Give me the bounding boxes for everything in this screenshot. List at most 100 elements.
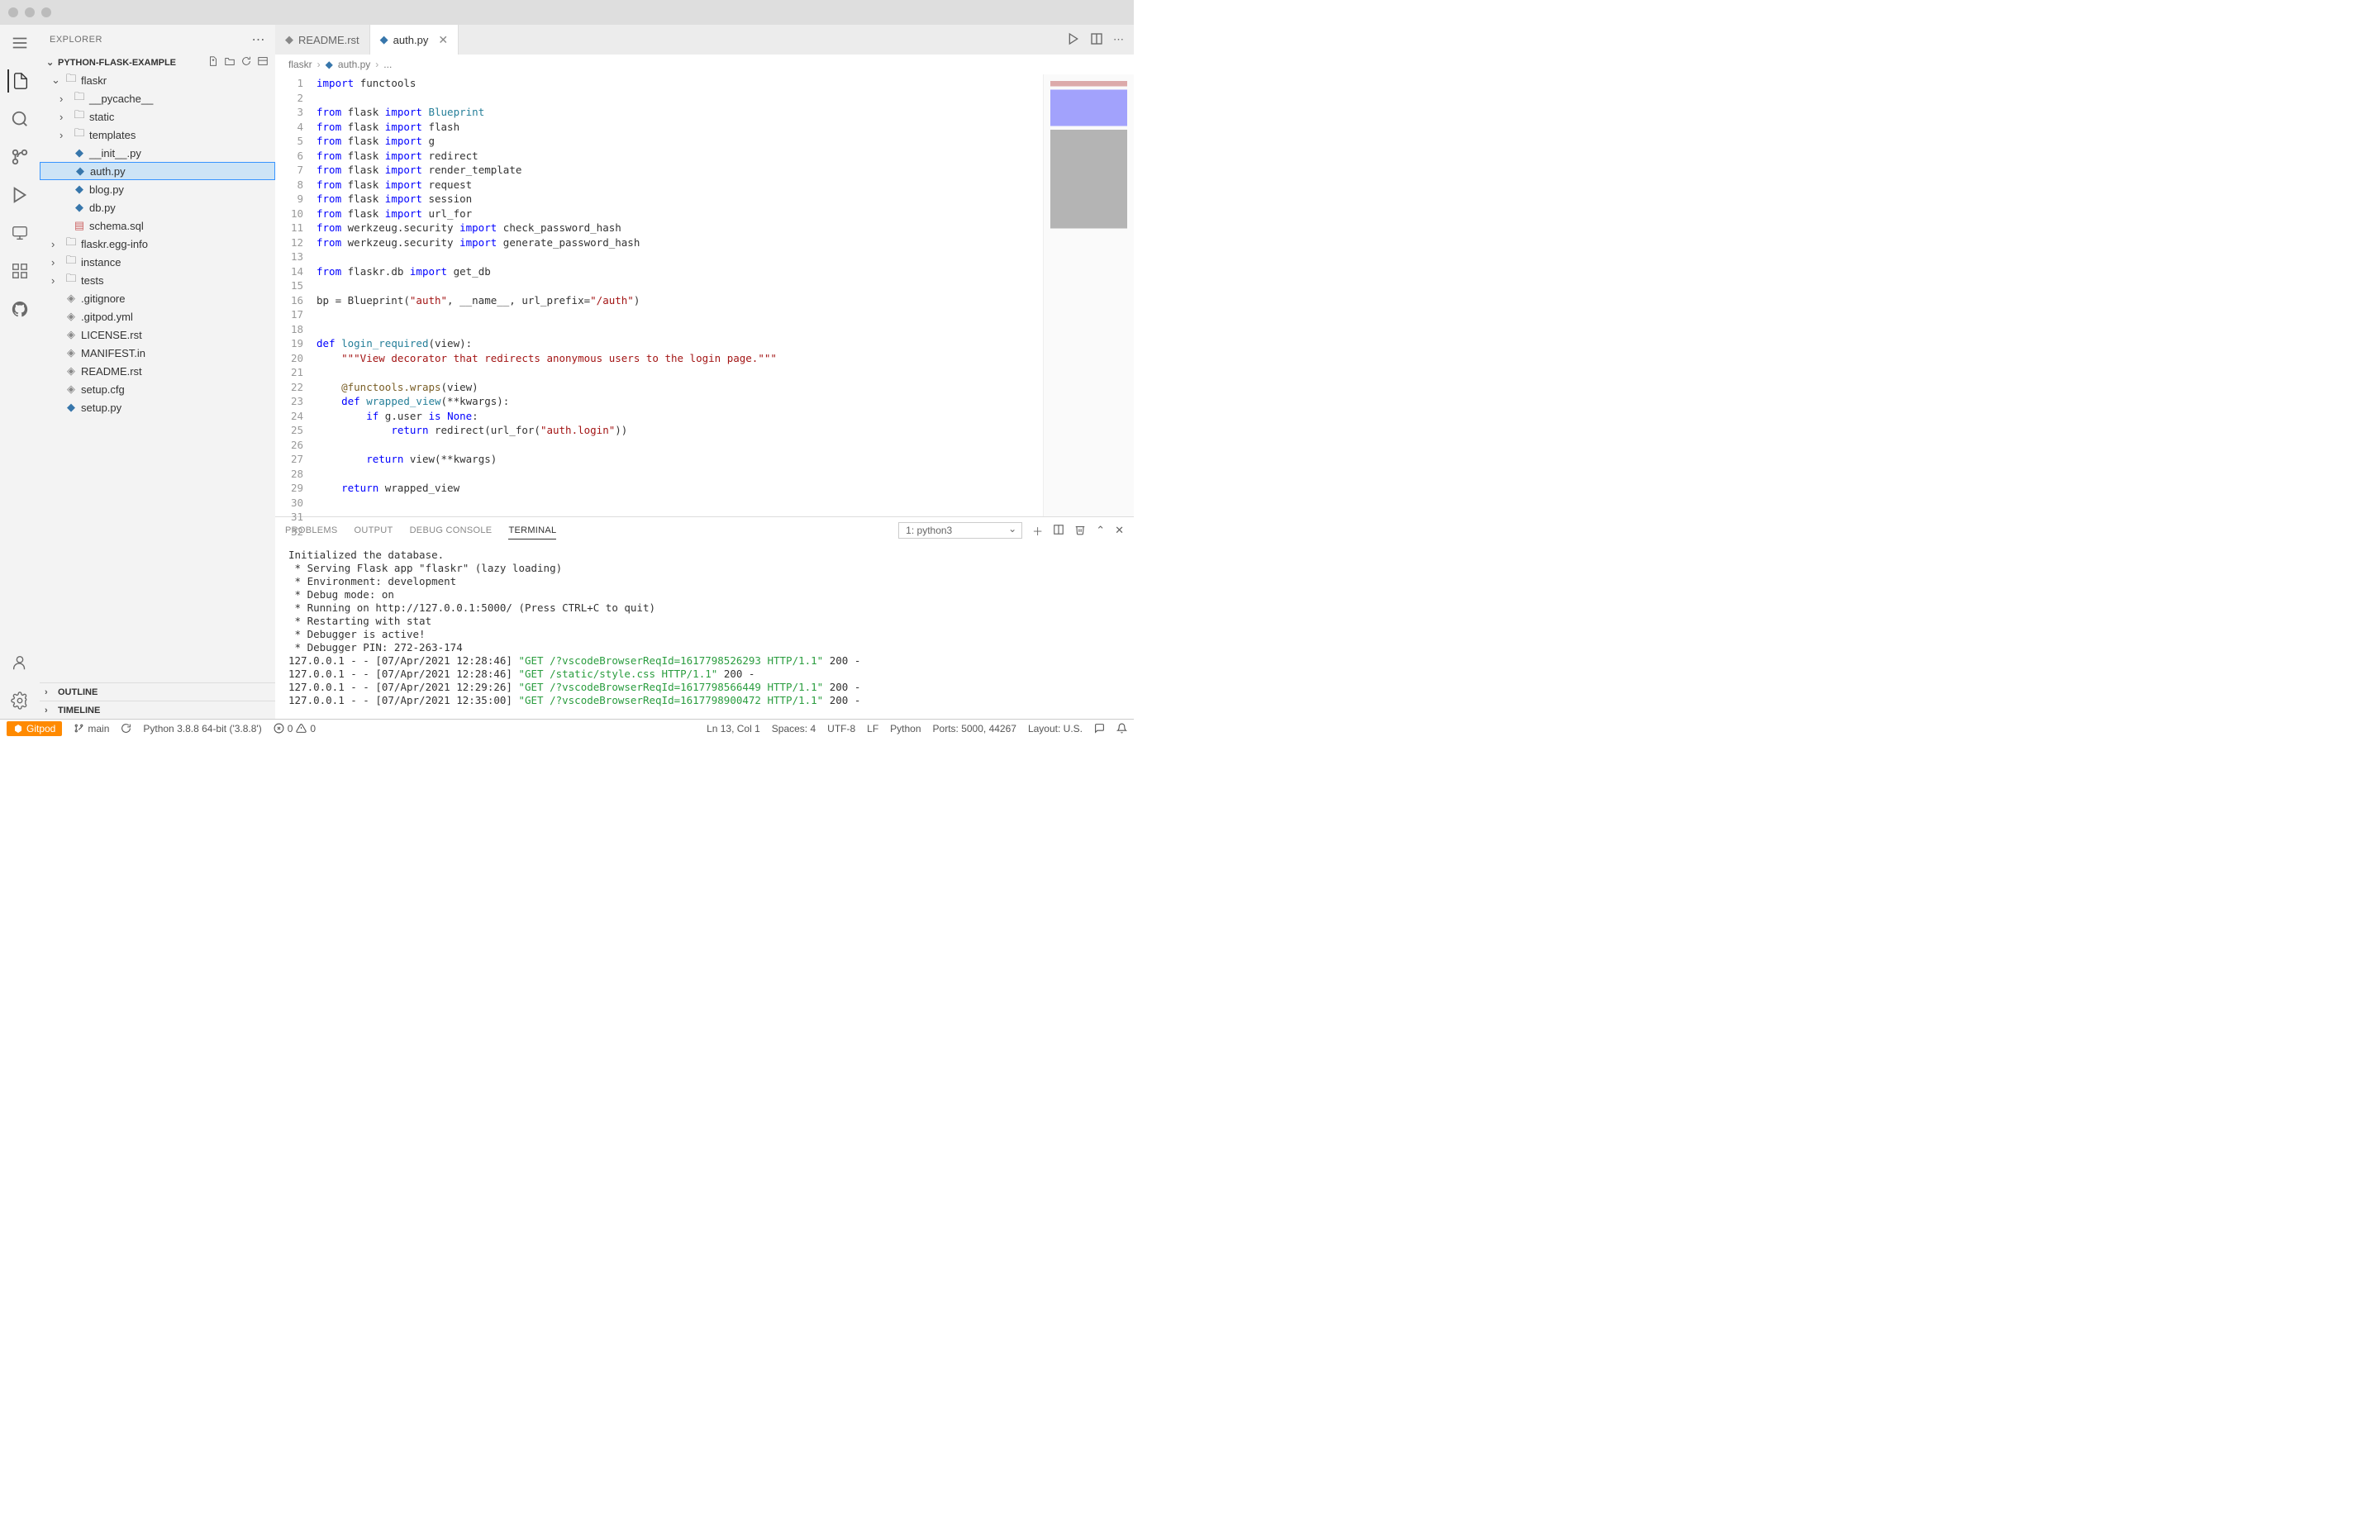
menu-icon[interactable] (8, 31, 31, 55)
cursor-position[interactable]: Ln 13, Col 1 (707, 723, 760, 734)
timeline-section[interactable]: › TIMELINE (40, 701, 275, 719)
source-control-icon[interactable] (8, 145, 31, 169)
sidebar-more-icon[interactable]: ⋯ (252, 31, 266, 48)
python-file-icon: ◆ (73, 183, 86, 196)
editor-tab[interactable]: ◆auth.py✕ (370, 25, 459, 55)
file-item[interactable]: ◈README.rst (40, 362, 275, 380)
file-icon: ◈ (64, 364, 78, 378)
bell-icon[interactable] (1116, 723, 1127, 734)
terminal-output[interactable]: Initialized the database. * Serving Flas… (275, 544, 1134, 719)
file-item[interactable]: ◈.gitpod.yml (40, 307, 275, 326)
chevron-right-icon[interactable]: › (60, 111, 69, 123)
folder-icon: 🗀 (73, 126, 86, 144)
debug-icon[interactable] (8, 183, 31, 207)
chevron-down-icon[interactable]: ⌄ (51, 74, 61, 87)
branch-item[interactable]: main (74, 723, 109, 734)
file-item[interactable]: ◆auth.py (40, 162, 275, 180)
editor-more-icon[interactable]: ⋯ (1113, 33, 1124, 46)
tab-label: auth.py (393, 34, 429, 46)
code-content[interactable]: import functools from flask import Bluep… (317, 74, 1043, 516)
run-icon[interactable] (1067, 32, 1080, 48)
folder-item[interactable]: ›🗀static (40, 107, 275, 126)
file-label: auth.py (90, 165, 126, 178)
bottom-panel: PROBLEMSOUTPUTDEBUG CONSOLETERMINAL 1: p… (275, 516, 1134, 719)
sync-item[interactable] (121, 723, 131, 734)
file-item[interactable]: ◆blog.py (40, 180, 275, 198)
minimap[interactable] (1043, 74, 1134, 516)
editor-tab[interactable]: ◆ README.rst (275, 25, 370, 55)
file-label: blog.py (89, 183, 124, 196)
account-icon[interactable] (8, 651, 31, 674)
file-item[interactable]: ◈setup.cfg (40, 380, 275, 398)
refresh-icon[interactable] (240, 55, 252, 69)
file-item[interactable]: ▤schema.sql (40, 216, 275, 235)
file-tree[interactable]: ⌄🗀flaskr›🗀__pycache__›🗀static›🗀templates… (40, 71, 275, 682)
encoding-item[interactable]: UTF-8 (827, 723, 855, 734)
file-label: README.rst (81, 365, 142, 378)
folder-item[interactable]: ⌄🗀flaskr (40, 71, 275, 89)
close-panel-icon[interactable]: ✕ (1115, 524, 1124, 537)
panel-tab-debug-console[interactable]: DEBUG CONSOLE (410, 522, 493, 539)
python-interpreter[interactable]: Python 3.8.8 64-bit ('3.8.8') (143, 723, 261, 734)
trash-icon[interactable] (1074, 524, 1086, 538)
language-item[interactable]: Python (890, 723, 921, 734)
folder-item[interactable]: ›🗀flaskr.egg-info (40, 235, 275, 253)
folder-item[interactable]: ›🗀__pycache__ (40, 89, 275, 107)
folder-item[interactable]: ›🗀templates (40, 126, 275, 144)
panel-tab-terminal[interactable]: TERMINAL (508, 522, 556, 539)
file-icon: ◈ (64, 328, 78, 341)
close-window-button[interactable] (8, 7, 18, 17)
tab-label: README.rst (298, 34, 359, 46)
file-item[interactable]: ◆db.py (40, 198, 275, 216)
chevron-right-icon[interactable]: › (60, 93, 69, 105)
close-tab-icon[interactable]: ✕ (438, 33, 448, 47)
file-icon: ◆ (285, 33, 293, 46)
chevron-right-icon[interactable]: › (60, 129, 69, 141)
collapse-icon[interactable] (257, 55, 269, 69)
feedback-icon[interactable] (1094, 723, 1105, 734)
new-folder-icon[interactable] (224, 55, 236, 69)
breadcrumb-segment[interactable]: auth.py (338, 59, 370, 70)
editor[interactable]: 1234567891011121314151617181920212223242… (275, 74, 1134, 516)
minimize-window-button[interactable] (25, 7, 35, 17)
chevron-right-icon[interactable]: › (51, 274, 61, 287)
outline-section[interactable]: › OUTLINE (40, 682, 275, 701)
ports-item[interactable]: Ports: 5000, 44267 (933, 723, 1016, 734)
gear-icon[interactable] (8, 689, 31, 712)
file-label: LICENSE.rst (81, 329, 142, 341)
breadcrumb-segment[interactable]: flaskr (288, 59, 312, 70)
branch-name: main (88, 723, 109, 734)
folder-icon: 🗀 (64, 253, 78, 271)
chevron-up-icon[interactable]: ⌃ (1096, 524, 1105, 537)
breadcrumb-segment[interactable]: ... (383, 59, 392, 70)
folder-item[interactable]: ›🗀tests (40, 271, 275, 289)
file-item[interactable]: ◈.gitignore (40, 289, 275, 307)
file-item[interactable]: ◆__init__.py (40, 144, 275, 162)
new-file-icon[interactable] (207, 55, 219, 69)
file-item[interactable]: ◈LICENSE.rst (40, 326, 275, 344)
breadcrumb[interactable]: flaskr›◆ auth.py›... (275, 55, 1134, 74)
python-file-icon: ◆ (73, 146, 86, 159)
indent-item[interactable]: Spaces: 4 (772, 723, 816, 734)
split-editor-icon[interactable] (1090, 32, 1103, 48)
extensions-icon[interactable] (8, 259, 31, 283)
file-item[interactable]: ◈MANIFEST.in (40, 344, 275, 362)
chevron-down-icon[interactable]: ⌄ (46, 57, 56, 68)
eol-item[interactable]: LF (867, 723, 878, 734)
problems-item[interactable]: 0 0 (274, 723, 316, 734)
file-item[interactable]: ◆setup.py (40, 398, 275, 416)
chevron-right-icon[interactable]: › (51, 256, 61, 269)
new-terminal-icon[interactable]: ＋ (1032, 523, 1043, 539)
explorer-icon[interactable] (7, 69, 31, 93)
folder-item[interactable]: ›🗀instance (40, 253, 275, 271)
terminal-select[interactable]: 1: python3 (898, 522, 1022, 539)
github-icon[interactable] (8, 297, 31, 321)
split-terminal-icon[interactable] (1053, 524, 1064, 538)
layout-item[interactable]: Layout: U.S. (1028, 723, 1083, 734)
chevron-right-icon[interactable]: › (51, 238, 61, 250)
search-icon[interactable] (8, 107, 31, 131)
remote-explorer-icon[interactable] (8, 221, 31, 245)
panel-tab-output[interactable]: OUTPUT (355, 522, 393, 539)
gitpod-badge[interactable]: Gitpod (7, 721, 62, 736)
maximize-window-button[interactable] (41, 7, 51, 17)
